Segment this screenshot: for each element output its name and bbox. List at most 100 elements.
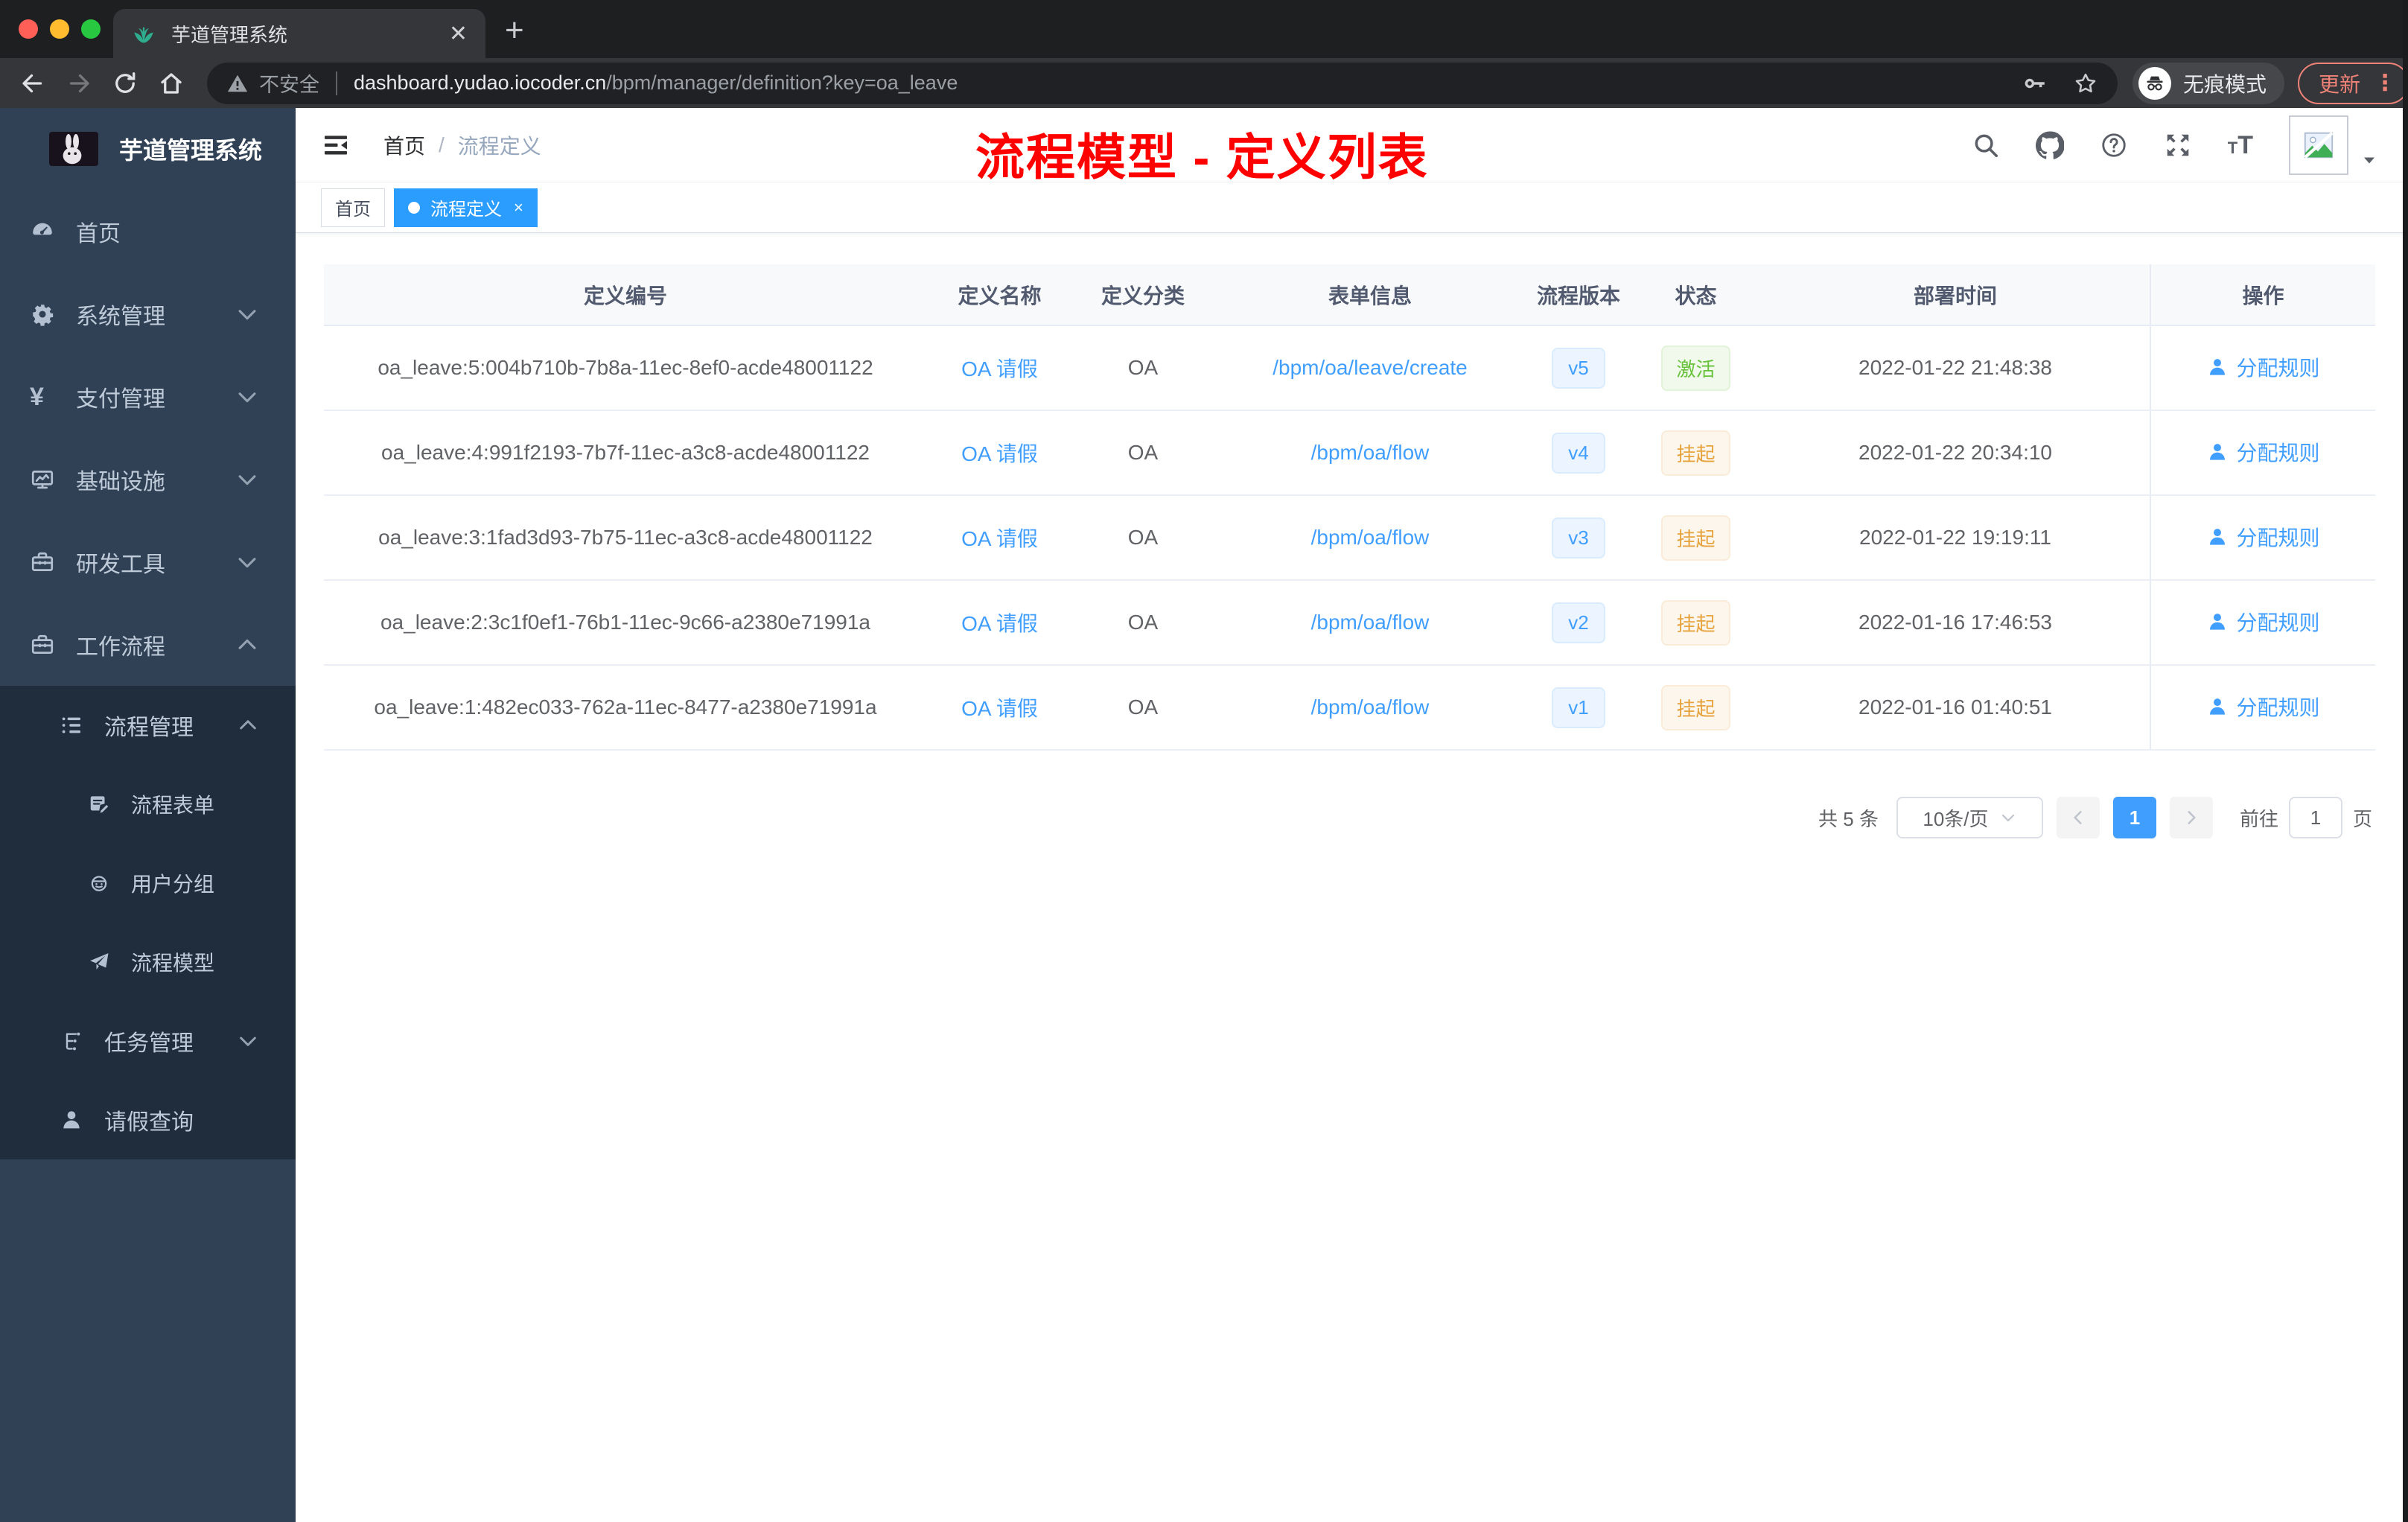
close-window-button[interactable] — [19, 19, 38, 39]
assign-rule-button[interactable]: 分配规则 — [2206, 352, 2320, 382]
cell-deploy-time: 2022-01-22 21:48:38 — [1761, 325, 2150, 411]
sidebar-item-process-form[interactable]: 流程表单 — [0, 765, 296, 844]
tab-title: 芋道管理系统 — [171, 23, 288, 46]
sidebar-item-workflow[interactable]: 工作流程 — [0, 603, 296, 686]
form-link[interactable]: /bpm/oa/flow — [1311, 695, 1430, 719]
cell-definition-name: OA 请假 — [927, 580, 1072, 666]
column-header: 部署时间 — [1761, 264, 2150, 326]
version-badge: v3 — [1552, 517, 1605, 558]
address-bar[interactable]: 不安全 dashboard.yudao.iocoder.cn /bpm/mana… — [207, 62, 2118, 104]
sidebar-item-task-mgmt[interactable]: 任务管理 — [0, 1002, 296, 1080]
breadcrumb-home[interactable]: 首页 — [383, 130, 425, 160]
fullscreen-icon[interactable] — [2164, 131, 2192, 159]
form-link[interactable]: /bpm/oa/leave/create — [1273, 356, 1468, 379]
form-link[interactable]: /bpm/oa/flow — [1311, 526, 1430, 549]
column-header: 定义分类 — [1072, 264, 1214, 326]
cell-version: v3 — [1526, 495, 1631, 581]
table-header-row: 定义编号 定义名称 定义分类 表单信息 流程版本 状态 部署时间 操作 — [324, 264, 2375, 326]
sidebar-item-leave-query[interactable]: 请假查询 — [0, 1080, 296, 1159]
not-secure-label: 不安全 — [259, 74, 319, 96]
navbar-tools: TT — [1936, 115, 2408, 175]
user-icon — [2206, 526, 2229, 548]
tab-close-icon[interactable]: ✕ — [449, 21, 468, 47]
cell-version: v1 — [1526, 665, 1631, 751]
tags-view-bar: 首页 流程定义 × — [296, 182, 2408, 233]
browser-tab[interactable]: 芋道管理系统 ✕ — [113, 9, 485, 58]
tag-close-icon[interactable]: × — [514, 198, 523, 217]
zoom-window-button[interactable] — [81, 19, 101, 39]
sidebar-logo-row[interactable]: 芋道管理系统 — [0, 108, 296, 190]
column-header: 定义名称 — [927, 264, 1072, 326]
help-icon[interactable] — [2100, 131, 2128, 159]
url-divider — [336, 71, 337, 95]
dashboard-icon — [30, 219, 55, 244]
search-icon[interactable] — [1972, 131, 2000, 159]
form-link[interactable]: /bpm/oa/flow — [1311, 441, 1430, 464]
browser-menu-icon[interactable]: ⋮ — [2374, 70, 2396, 96]
home-icon[interactable] — [158, 70, 185, 97]
sidebar-item-payment[interactable]: ¥ 支付管理 — [0, 355, 296, 438]
sidebar-item-system[interactable]: 系统管理 — [0, 273, 296, 355]
assign-rule-button[interactable]: 分配规则 — [2206, 437, 2320, 467]
assign-rule-button[interactable]: 分配规则 — [2206, 692, 2320, 722]
collapse-sidebar-icon[interactable] — [321, 130, 351, 160]
cell-category: OA — [1072, 580, 1214, 666]
definition-name-link[interactable]: OA 请假 — [961, 527, 1038, 550]
sidebar-item-devtools[interactable]: 研发工具 — [0, 520, 296, 603]
chevron-down-icon — [235, 302, 260, 327]
cell-definition-name: OA 请假 — [927, 325, 1072, 411]
tag-process-definition[interactable]: 流程定义 × — [394, 188, 538, 227]
cell-actions: 分配规则 — [2150, 495, 2375, 581]
next-page-button[interactable] — [2169, 797, 2213, 838]
avatar-caret-icon[interactable] — [2360, 151, 2378, 169]
version-badge: v2 — [1552, 602, 1605, 643]
incognito-label: 无痕模式 — [2183, 72, 2267, 96]
definition-name-link[interactable]: OA 请假 — [961, 442, 1038, 465]
assign-rule-button[interactable]: 分配规则 — [2206, 522, 2320, 552]
cell-status: 挂起 — [1631, 410, 1761, 496]
cell-deploy-time: 2022-01-22 19:19:11 — [1761, 495, 2150, 581]
form-icon — [88, 793, 110, 815]
back-icon[interactable] — [19, 70, 46, 97]
definition-name-link[interactable]: OA 请假 — [961, 612, 1038, 635]
browser-update-button[interactable]: 更新 ⋮ — [2298, 62, 2408, 104]
font-size-icon[interactable]: TT — [2228, 133, 2253, 158]
window-edge — [2403, 0, 2408, 1522]
sidebar-item-infra[interactable]: 基础设施 — [0, 438, 296, 520]
not-secure-icon — [226, 72, 249, 95]
page-number-button[interactable]: 1 — [2112, 797, 2156, 838]
sidebar-item-process-mgmt[interactable]: 流程管理 — [0, 686, 296, 765]
definition-name-link[interactable]: OA 请假 — [961, 357, 1038, 380]
chevron-down-icon — [235, 467, 260, 492]
sidebar-item-user-group[interactable]: 用户分组 — [0, 844, 296, 923]
github-icon[interactable] — [2035, 130, 2064, 159]
form-link[interactable]: /bpm/oa/flow — [1311, 611, 1430, 634]
sidebar-item-home[interactable]: 首页 — [0, 190, 296, 273]
column-header: 操作 — [2150, 264, 2375, 326]
toolbox-icon — [30, 550, 55, 575]
table-row: oa_leave:4:991f2193-7b7f-11ec-a3c8-acde4… — [324, 410, 2375, 496]
avatar[interactable] — [2289, 115, 2348, 175]
new-tab-button[interactable]: + — [505, 12, 524, 49]
update-label: 更新 — [2319, 72, 2361, 96]
tag-home[interactable]: 首页 — [321, 188, 385, 227]
forward-icon[interactable] — [66, 70, 92, 97]
cell-deploy-time: 2022-01-16 01:40:51 — [1761, 665, 2150, 751]
app-title: 芋道管理系统 — [119, 137, 263, 164]
user-icon — [2206, 611, 2229, 633]
definition-name-link[interactable]: OA 请假 — [961, 697, 1038, 720]
minimize-window-button[interactable] — [50, 19, 69, 39]
goto-page-input[interactable] — [2288, 797, 2342, 838]
url-path: /bpm/manager/definition?key=oa_leave — [606, 71, 958, 94]
cell-category: OA — [1072, 495, 1214, 581]
bookmark-star-icon[interactable] — [2073, 71, 2098, 96]
prev-page-button[interactable] — [2056, 797, 2100, 838]
sidebar: 芋道管理系统 首页 系统管理 ¥ 支付管理 基础设施 研发工具 工作流程 流程管… — [0, 108, 296, 1522]
reload-icon[interactable] — [112, 70, 138, 97]
status-badge: 挂起 — [1661, 515, 1730, 561]
assign-rule-button[interactable]: 分配规则 — [2206, 607, 2320, 637]
password-key-icon[interactable] — [2022, 71, 2048, 96]
page-size-select[interactable]: 10条/页 — [1896, 797, 2043, 838]
cell-deploy-time: 2022-01-16 17:46:53 — [1761, 580, 2150, 666]
sidebar-item-process-model[interactable]: 流程模型 — [0, 923, 296, 1002]
